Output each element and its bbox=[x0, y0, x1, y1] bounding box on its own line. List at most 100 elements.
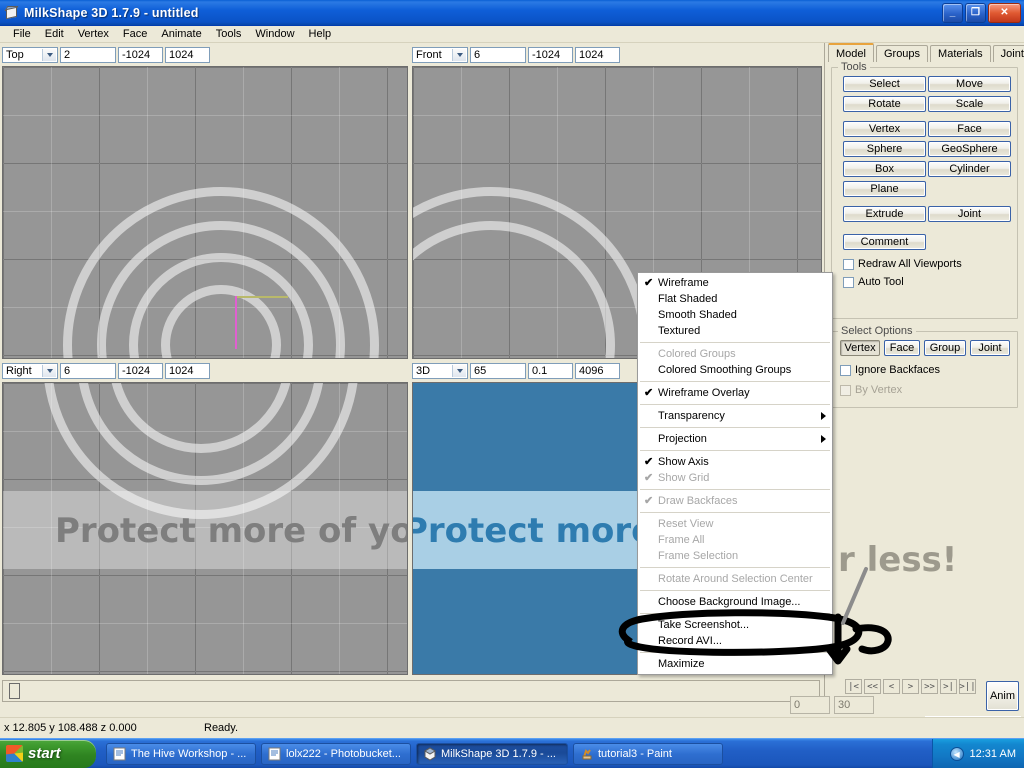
taskbar-item-hive-workshop[interactable]: The Hive Workshop - ... bbox=[106, 742, 256, 765]
tool-face-button[interactable]: Face bbox=[928, 121, 1011, 137]
transport-forward-button[interactable]: >> bbox=[921, 679, 938, 694]
select-option-group-button[interactable]: Group bbox=[924, 340, 966, 356]
menu-animate[interactable]: Animate bbox=[154, 27, 208, 41]
menu-tools[interactable]: Tools bbox=[209, 27, 249, 41]
tool-plane-label: Plane bbox=[870, 183, 899, 195]
menu-item-wireframe[interactable]: ✔ Wireframe bbox=[638, 275, 832, 291]
tool-cylinder-button[interactable]: Cylinder bbox=[928, 161, 1011, 177]
viewport-right-field1[interactable]: 6 bbox=[60, 362, 116, 379]
tool-box-button[interactable]: Box bbox=[843, 161, 926, 177]
menu-separator bbox=[640, 489, 830, 490]
viewport-context-menu[interactable]: ✔ Wireframe Flat Shaded Smooth Shaded Tex… bbox=[637, 272, 833, 675]
menu-item-take-screenshot[interactable]: Take Screenshot... bbox=[638, 617, 832, 633]
tool-move-button[interactable]: Move bbox=[928, 76, 1011, 92]
viewport-front-field1[interactable]: 6 bbox=[470, 46, 526, 63]
taskbar-item-milkshape[interactable]: MilkShape 3D 1.7.9 - ... bbox=[416, 742, 568, 765]
menu-item-colored-smoothing-groups[interactable]: Colored Smoothing Groups bbox=[638, 362, 832, 378]
transport-pause-button[interactable]: >|| bbox=[959, 679, 976, 694]
viewport-right-field2[interactable]: -1024 bbox=[118, 362, 163, 379]
tab-model[interactable]: Model bbox=[828, 43, 874, 62]
tab-groups[interactable]: Groups bbox=[875, 45, 929, 62]
menu-face[interactable]: Face bbox=[116, 27, 154, 41]
view-select-3d[interactable]: 3D bbox=[412, 362, 468, 379]
taskbar-item-paint[interactable]: tutorial3 - Paint bbox=[573, 742, 723, 765]
close-button[interactable]: ✕ bbox=[988, 3, 1021, 23]
menu-item-projection[interactable]: Projection bbox=[638, 431, 832, 447]
tool-joint-button[interactable]: Joint bbox=[928, 206, 1011, 222]
timeline-slider[interactable] bbox=[2, 680, 820, 702]
tab-materials[interactable]: Materials bbox=[930, 45, 991, 62]
menu-item-smooth-shaded[interactable]: Smooth Shaded bbox=[638, 307, 832, 323]
viewport-3d-field2[interactable]: 0.1 bbox=[528, 362, 573, 379]
view-select-top[interactable]: Top bbox=[2, 46, 58, 63]
viewport-top[interactable] bbox=[2, 66, 408, 359]
menu-item-show-axis[interactable]: ✔ Show Axis bbox=[638, 454, 832, 470]
chevron-down-icon[interactable] bbox=[452, 364, 466, 377]
menu-item-wireframe-overlay[interactable]: ✔ Wireframe Overlay bbox=[638, 385, 832, 401]
view-select-front-value: Front bbox=[416, 48, 442, 61]
menu-item-choose-background-image[interactable]: Choose Background Image... bbox=[638, 594, 832, 610]
menu-edit[interactable]: Edit bbox=[38, 27, 71, 41]
redraw-all-viewports-checkbox[interactable]: Redraw All Viewports bbox=[843, 258, 962, 270]
menu-window[interactable]: Window bbox=[248, 27, 301, 41]
select-option-face-button[interactable]: Face bbox=[884, 340, 920, 356]
menu-item-textured[interactable]: Textured bbox=[638, 323, 832, 339]
transport-last-button[interactable]: >| bbox=[940, 679, 957, 694]
menu-item-show-axis-label: Show Axis bbox=[658, 456, 709, 468]
menu-help[interactable]: Help bbox=[302, 27, 339, 41]
select-option-vertex-button[interactable]: Vertex bbox=[840, 340, 880, 356]
viewport-front-field3[interactable]: 1024 bbox=[575, 46, 620, 63]
tool-extrude-button[interactable]: Extrude bbox=[843, 206, 926, 222]
transport-rewind-button[interactable]: << bbox=[864, 679, 881, 694]
viewport-front-field2[interactable]: -1024 bbox=[528, 46, 573, 63]
menu-item-frame-selection-label: Frame Selection bbox=[658, 550, 739, 562]
auto-tool-checkbox[interactable]: Auto Tool bbox=[843, 276, 904, 288]
menu-item-transparency[interactable]: Transparency bbox=[638, 408, 832, 424]
menu-file[interactable]: File bbox=[6, 27, 38, 41]
taskbar-clock[interactable]: 12:31 AM bbox=[970, 748, 1016, 760]
start-button[interactable]: start bbox=[0, 739, 96, 768]
tool-rotate-button[interactable]: Rotate bbox=[843, 96, 926, 112]
select-option-joint-button[interactable]: Joint bbox=[970, 340, 1010, 356]
viewport-top-field1[interactable]: 2 bbox=[60, 46, 116, 63]
viewport-top-field2[interactable]: -1024 bbox=[118, 46, 163, 63]
viewport-right-field3[interactable]: 1024 bbox=[165, 362, 210, 379]
chevron-down-icon[interactable] bbox=[452, 48, 466, 61]
view-select-right[interactable]: Right bbox=[2, 362, 58, 379]
tool-select-button[interactable]: Select bbox=[843, 76, 926, 92]
paint-icon bbox=[580, 747, 594, 761]
minimize-button[interactable]: _ bbox=[942, 3, 963, 23]
menu-item-flat-shaded[interactable]: Flat Shaded bbox=[638, 291, 832, 307]
chevron-down-icon[interactable] bbox=[42, 48, 56, 61]
tool-comment-button[interactable]: Comment bbox=[843, 234, 926, 250]
frame-end-field[interactable]: 30 bbox=[834, 696, 874, 714]
tab-joints[interactable]: Joints bbox=[992, 45, 1024, 62]
tool-plane-button[interactable]: Plane bbox=[843, 181, 926, 197]
tool-cylinder-label: Cylinder bbox=[949, 163, 990, 175]
view-select-front[interactable]: Front bbox=[412, 46, 468, 63]
transport-next-button[interactable]: > bbox=[902, 679, 919, 694]
tool-vertex-button[interactable]: Vertex bbox=[843, 121, 926, 137]
checkbox-box bbox=[840, 384, 851, 396]
viewport-top-field3[interactable]: 1024 bbox=[165, 46, 210, 63]
tool-scale-button[interactable]: Scale bbox=[928, 96, 1011, 112]
viewport-right[interactable]: Protect more of your men bbox=[2, 382, 408, 675]
chevron-down-icon[interactable] bbox=[42, 364, 56, 377]
ignore-backfaces-checkbox[interactable]: Ignore Backfaces bbox=[840, 364, 940, 376]
transport-first-button[interactable]: |< bbox=[845, 679, 862, 694]
tool-geosphere-button[interactable]: GeoSphere bbox=[928, 141, 1011, 157]
taskbar-item-photobucket[interactable]: lolx222 - Photobucket... bbox=[261, 742, 411, 765]
tool-sphere-button[interactable]: Sphere bbox=[843, 141, 926, 157]
timeline-slider-thumb[interactable] bbox=[9, 683, 20, 699]
restore-button[interactable]: ❐ bbox=[965, 3, 986, 23]
frame-start-field[interactable]: 0 bbox=[790, 696, 830, 714]
viewport-3d-field1[interactable]: 65 bbox=[470, 362, 526, 379]
menu-item-maximize[interactable]: Maximize bbox=[638, 656, 832, 672]
anim-toggle-label: Anim bbox=[989, 690, 1016, 702]
viewport-3d-field3[interactable]: 4096 bbox=[575, 362, 620, 379]
menu-vertex[interactable]: Vertex bbox=[71, 27, 116, 41]
transport-prev-button[interactable]: < bbox=[883, 679, 900, 694]
volume-icon[interactable]: ◀ bbox=[949, 747, 964, 761]
menu-item-record-avi[interactable]: Record AVI... bbox=[638, 633, 832, 649]
anim-toggle-button[interactable]: Anim bbox=[986, 681, 1019, 711]
